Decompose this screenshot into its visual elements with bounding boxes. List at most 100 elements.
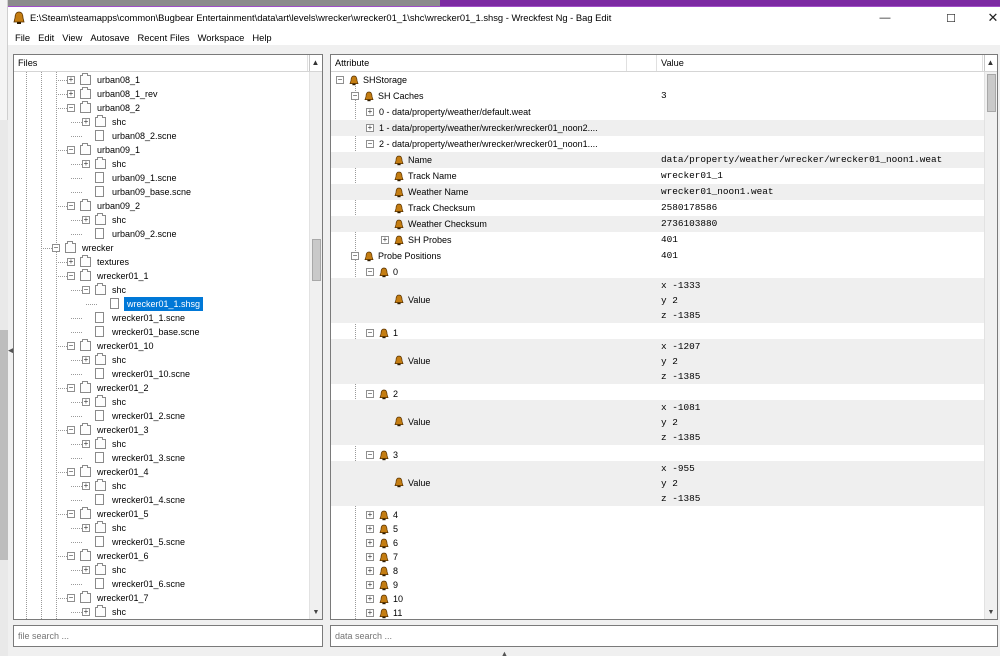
attribute-value[interactable]: 3 — [661, 88, 667, 104]
file-tree-item[interactable]: wrecker01_base.scne — [14, 325, 309, 339]
expand-icon[interactable]: + — [82, 608, 90, 616]
folder-tree-item[interactable]: + shc — [14, 395, 309, 409]
file-tree-item[interactable]: wrecker01_10.scne — [14, 367, 309, 381]
folder-tree-item[interactable]: + shc — [14, 605, 309, 619]
probe-z-value[interactable]: z -1385 — [661, 308, 700, 323]
attribute-row[interactable]: Track Name wrecker01_1 — [331, 168, 985, 184]
expand-icon[interactable]: + — [381, 236, 389, 244]
folder-tree-item[interactable]: − wrecker — [14, 241, 309, 255]
probe-x-value[interactable]: x -955 — [661, 461, 695, 476]
expand-icon[interactable]: + — [366, 539, 374, 547]
attribute-row[interactable]: − Probe Positions 401 — [331, 248, 985, 264]
probe-x-value[interactable]: x -1081 — [661, 400, 700, 415]
folder-tree-item[interactable]: − wrecker01_3 — [14, 423, 309, 437]
folder-tree-item[interactable]: + shc — [14, 521, 309, 535]
collapse-icon[interactable]: − — [67, 272, 75, 280]
folder-tree-item[interactable]: − urban09_1 — [14, 143, 309, 157]
folder-tree-item[interactable]: − wrecker01_4 — [14, 465, 309, 479]
probe-value-block[interactable]: Value x -955 y 2z -1385 — [331, 461, 985, 506]
collapse-icon[interactable]: − — [351, 252, 359, 260]
probe-y-value[interactable]: y 2 — [661, 415, 678, 430]
attribute-row[interactable]: − SH Caches 3 — [331, 88, 985, 104]
folder-tree-item[interactable]: − wrecker01_6 — [14, 549, 309, 563]
value-column-header[interactable]: Value — [657, 55, 983, 71]
folder-tree-item[interactable]: − wrecker01_10 — [14, 339, 309, 353]
expand-icon[interactable]: + — [82, 524, 90, 532]
folder-tree-item[interactable]: + urban08_1_rev — [14, 87, 309, 101]
collapse-icon[interactable]: − — [366, 451, 374, 459]
attribute-row[interactable]: Weather Name wrecker01_noon1.weat — [331, 184, 985, 200]
folder-tree-item[interactable]: + shc — [14, 437, 309, 451]
attribute-row[interactable]: Name data/property/weather/wrecker/wrecke… — [331, 152, 985, 168]
minimize-button[interactable]: — — [863, 7, 907, 29]
folder-tree-item[interactable]: + shc — [14, 157, 309, 171]
attribute-row[interactable]: +0 - data/property/weather/default.weat — [331, 104, 985, 120]
attribute-column-header[interactable]: Attribute — [331, 55, 627, 71]
file-tree-item[interactable]: wrecker01_3.scne — [14, 451, 309, 465]
collapse-icon[interactable]: − — [67, 510, 75, 518]
folder-tree-item[interactable]: − shc — [14, 283, 309, 297]
menu-edit[interactable]: Edit — [34, 32, 58, 43]
probe-y-value[interactable]: y 2 — [661, 354, 678, 369]
menu-file[interactable]: File — [11, 32, 34, 43]
collapse-icon[interactable]: − — [366, 268, 374, 276]
file-search-input[interactable] — [13, 625, 323, 647]
collapse-icon[interactable]: − — [82, 286, 90, 294]
folder-tree-item[interactable]: − wrecker01_2 — [14, 381, 309, 395]
collapse-icon[interactable]: − — [67, 202, 75, 210]
attribute-row[interactable]: Weather Checksum 2736103880 — [331, 216, 985, 232]
expand-icon[interactable]: + — [366, 567, 374, 575]
attribute-value[interactable]: data/property/weather/wrecker/wrecker01_… — [661, 152, 942, 168]
attributes-scroll-thumb[interactable] — [987, 74, 996, 112]
expand-icon[interactable]: + — [82, 398, 90, 406]
file-tree-item[interactable]: wrecker01_4.scne — [14, 493, 309, 507]
expand-icon[interactable]: + — [82, 482, 90, 490]
file-tree-item[interactable]: wrecker01_1.scne — [14, 311, 309, 325]
expand-icon[interactable]: + — [82, 216, 90, 224]
folder-tree-item[interactable]: − wrecker01_7 — [14, 591, 309, 605]
close-button[interactable]: ✕ — [971, 7, 1000, 29]
file-tree-item[interactable]: wrecker01_6.scne — [14, 577, 309, 591]
blank-column-header[interactable] — [627, 55, 657, 71]
maximize-button[interactable]: ☐ — [929, 7, 973, 29]
folder-tree-item[interactable]: + shc — [14, 213, 309, 227]
collapse-icon[interactable]: − — [67, 552, 75, 560]
folder-tree-item[interactable]: − wrecker01_1 — [14, 269, 309, 283]
folder-tree-item[interactable]: − urban08_2 — [14, 101, 309, 115]
attribute-row[interactable]: + SH Probes 401 — [331, 232, 985, 248]
menu-view[interactable]: View — [58, 32, 86, 43]
file-tree-item[interactable]: urban08_2.scne — [14, 129, 309, 143]
menu-autosave[interactable]: Autosave — [86, 32, 133, 43]
scroll-up-icon[interactable]: ▲ — [309, 55, 321, 71]
attribute-row[interactable]: +1 - data/property/weather/wrecker/wreck… — [331, 120, 985, 136]
expand-icon[interactable]: + — [366, 595, 374, 603]
collapse-icon[interactable]: − — [366, 140, 374, 148]
scroll-up-icon[interactable]: ▲ — [984, 55, 996, 71]
scroll-down-icon[interactable]: ▼ — [985, 607, 997, 619]
probe-value-block[interactable]: Value x -1207 y 2z -1385 — [331, 339, 985, 384]
probe-y-value[interactable]: y 2 — [661, 476, 678, 491]
expand-icon[interactable]: + — [366, 525, 374, 533]
files-column-header[interactable]: Files — [14, 55, 308, 71]
collapse-icon[interactable]: − — [52, 244, 60, 252]
probe-x-value[interactable]: x -1333 — [661, 278, 700, 293]
expand-icon[interactable]: + — [366, 108, 374, 116]
probe-z-value[interactable]: z -1385 — [661, 491, 700, 506]
expand-icon[interactable]: + — [67, 90, 75, 98]
attribute-row[interactable]: Track Checksum 2580178586 — [331, 200, 985, 216]
expand-icon[interactable]: + — [82, 118, 90, 126]
collapse-icon[interactable]: − — [67, 342, 75, 350]
expand-icon[interactable]: + — [82, 356, 90, 364]
collapse-icon[interactable]: − — [67, 594, 75, 602]
collapse-icon[interactable]: − — [67, 426, 75, 434]
probe-z-value[interactable]: z -1385 — [661, 430, 700, 445]
file-tree-item[interactable]: wrecker01_2.scne — [14, 409, 309, 423]
file-tree-item[interactable]: urban09_base.scne — [14, 185, 309, 199]
attributes-scrollbar[interactable]: ▼ — [984, 72, 997, 619]
file-tree-item[interactable]: wrecker01_1.shsg — [14, 297, 309, 311]
expand-bottom-arrow-icon[interactable]: ▲ — [500, 649, 509, 656]
collapse-icon[interactable]: − — [67, 146, 75, 154]
expand-icon[interactable]: + — [366, 609, 374, 617]
folder-tree-item[interactable]: + urban08_1 — [14, 73, 309, 87]
folder-tree-item[interactable]: + shc — [14, 353, 309, 367]
